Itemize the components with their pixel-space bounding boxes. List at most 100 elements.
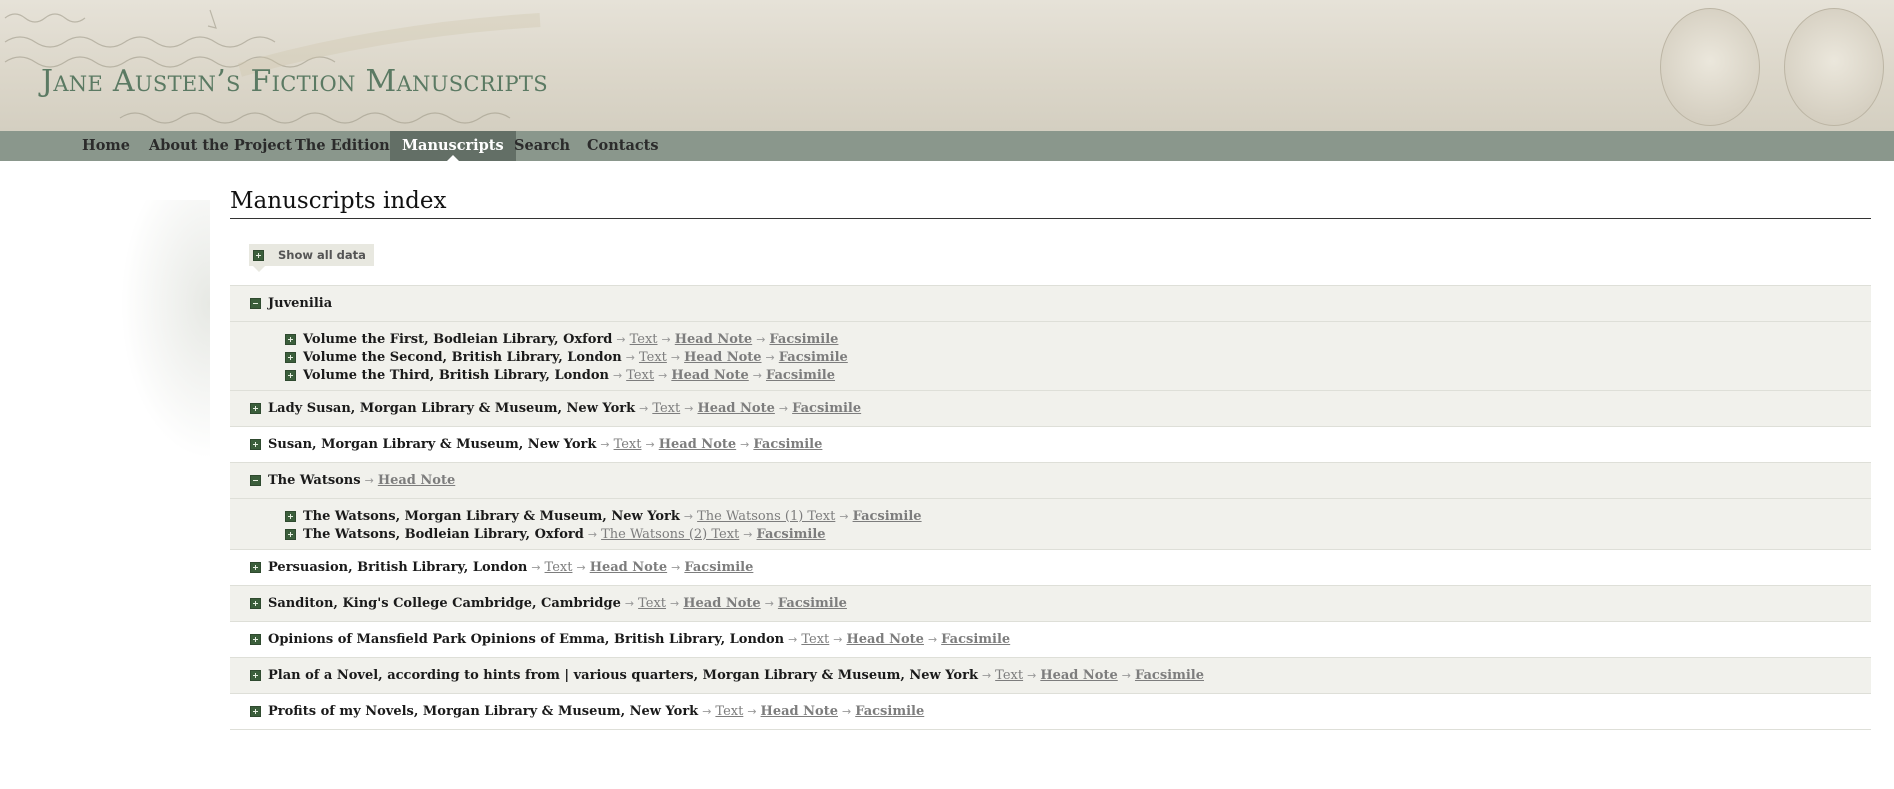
head-note-link[interactable]: Head Note: [683, 596, 760, 611]
arrow-right-icon: →: [927, 633, 938, 646]
head-note-link[interactable]: Head Note: [671, 368, 748, 383]
text-link[interactable]: Text: [639, 350, 667, 365]
arrow-right-icon: →: [743, 527, 753, 541]
arrow-right-icon: →: [616, 332, 626, 346]
tree-group-juvenilia[interactable]: Juvenilia: [230, 285, 1871, 321]
plus-box-icon[interactable]: [250, 562, 261, 573]
text-link[interactable]: Text: [614, 437, 642, 452]
arrow-right-icon: →: [587, 527, 598, 541]
arrow-right-icon: →: [658, 368, 668, 382]
head-note-link[interactable]: Head Note: [378, 473, 455, 488]
plus-box-icon[interactable]: [250, 598, 261, 609]
text-link[interactable]: Text: [652, 401, 680, 416]
facsimile-link[interactable]: Facsimile: [766, 368, 835, 383]
group-label: Juvenilia: [268, 296, 333, 311]
facsimile-link[interactable]: Facsimile: [941, 632, 1010, 647]
table-row: Lady Susan, Morgan Library & Museum, New…: [230, 390, 1871, 426]
nav-item-about-the-project[interactable]: About the Project: [149, 131, 292, 161]
text-link[interactable]: Text: [638, 596, 666, 611]
table-row: Opinions of Mansfield Park Opinions of E…: [230, 621, 1871, 657]
plus-box-icon[interactable]: [285, 510, 296, 522]
head-note-link[interactable]: Head Note: [659, 437, 736, 452]
nav-item-manuscripts[interactable]: Manuscripts: [390, 131, 516, 161]
text-link[interactable]: Text: [715, 704, 743, 719]
manuscript-name: The Watsons, Morgan Library & Museum, Ne…: [303, 508, 680, 524]
arrow-right-icon: →: [833, 633, 843, 646]
show-all-data-button[interactable]: Show all data: [249, 244, 374, 272]
arrow-right-icon: →: [600, 438, 610, 451]
plus-box-icon[interactable]: [250, 706, 261, 717]
arrow-right-icon: →: [624, 597, 635, 610]
tree-group-the-watsons[interactable]: The Watsons → Head Note: [230, 462, 1871, 498]
head-note-link[interactable]: Head Note: [761, 704, 838, 719]
manuscript-name: Lady Susan, Morgan Library & Museum, New…: [268, 401, 636, 416]
head-note-link[interactable]: Head Note: [684, 350, 761, 365]
facsimile-link[interactable]: Facsimile: [1135, 668, 1204, 683]
facsimile-link[interactable]: Facsimile: [684, 560, 753, 575]
arrow-right-icon: →: [752, 368, 762, 382]
nav-item-home[interactable]: Home: [82, 131, 130, 161]
portrait-illustration: [1784, 8, 1884, 126]
head-note-link[interactable]: Head Note: [675, 332, 752, 347]
facsimile-link[interactable]: Facsimile: [753, 437, 822, 452]
arrow-right-icon: →: [788, 633, 798, 646]
manuscript-name: Volume the Second, British Library, Lond…: [303, 349, 622, 365]
head-note-link[interactable]: Head Note: [590, 560, 667, 575]
nav-item-search[interactable]: Search: [514, 131, 570, 161]
text-link[interactable]: Text: [630, 332, 658, 347]
facsimile-link[interactable]: Facsimile: [792, 401, 861, 416]
arrow-right-icon: →: [839, 509, 849, 523]
text-link[interactable]: Text: [545, 560, 573, 575]
facsimile-link[interactable]: Facsimile: [855, 704, 924, 719]
manuscript-name: Plan of a Novel, according to hints from…: [268, 668, 978, 683]
page-title: Manuscripts index: [230, 188, 1871, 219]
manuscript-name: Susan, Morgan Library & Museum, New York: [268, 437, 597, 452]
arrow-right-icon: →: [612, 368, 623, 382]
plus-box-icon[interactable]: [250, 403, 261, 414]
plus-box-icon[interactable]: [285, 351, 296, 363]
site-title[interactable]: Jane Austen’s Fiction Manuscripts: [41, 64, 548, 99]
page-shadow-decoration: [120, 200, 210, 460]
text-link[interactable]: The Watsons (2) Text: [601, 527, 739, 542]
nav-item-contacts[interactable]: Contacts: [587, 131, 659, 161]
minus-box-icon[interactable]: [250, 475, 261, 486]
plus-box-icon: [253, 249, 264, 261]
facsimile-link[interactable]: Facsimile: [769, 332, 838, 347]
plus-box-icon[interactable]: [250, 634, 261, 645]
list-item: The Watsons, Bodleian Library, Oxford → …: [230, 525, 1871, 543]
text-link[interactable]: The Watsons (1) Text: [697, 509, 835, 524]
plus-box-icon[interactable]: [250, 670, 261, 681]
nav-item-the-edition[interactable]: The Edition: [295, 131, 390, 161]
plus-box-icon[interactable]: [285, 333, 296, 345]
plus-box-icon[interactable]: [250, 439, 261, 450]
facsimile-link[interactable]: Facsimile: [778, 596, 847, 611]
text-link[interactable]: Text: [626, 368, 654, 383]
text-link[interactable]: Text: [801, 632, 829, 647]
arrow-right-icon: →: [756, 332, 766, 346]
arrow-right-icon: →: [764, 597, 774, 610]
head-note-link[interactable]: Head Note: [847, 632, 924, 647]
manuscript-name: Opinions of Mansfield Park Opinions of E…: [268, 632, 785, 647]
list-item: Volume the First, Bodleian Library, Oxfo…: [230, 330, 1871, 348]
arrow-right-icon: →: [765, 350, 775, 364]
facsimile-link[interactable]: Facsimile: [853, 509, 922, 524]
table-row: Sanditon, King's College Cambridge, Camb…: [230, 585, 1871, 621]
text-link[interactable]: Text: [995, 668, 1023, 683]
manuscript-name: The Watsons, Bodleian Library, Oxford: [303, 526, 584, 542]
arrow-right-icon: →: [981, 669, 992, 682]
facsimile-link[interactable]: Facsimile: [757, 527, 826, 542]
arrow-right-icon: →: [1027, 669, 1037, 682]
plus-box-icon[interactable]: [285, 369, 296, 381]
arrow-right-icon: →: [531, 561, 541, 574]
juvenilia-children: Volume the First, Bodleian Library, Oxfo…: [230, 321, 1871, 390]
group-label: The Watsons: [268, 473, 361, 488]
head-note-link[interactable]: Head Note: [697, 401, 774, 416]
table-row: Susan, Morgan Library & Museum, New York…: [230, 426, 1871, 462]
head-note-link[interactable]: Head Note: [1040, 668, 1117, 683]
manuscripts-tree: Juvenilia Volume the First, Bodleian Lib…: [230, 285, 1871, 730]
facsimile-link[interactable]: Facsimile: [779, 350, 848, 365]
plus-box-icon[interactable]: [285, 528, 296, 540]
show-all-data-label: Show all data: [278, 248, 366, 262]
minus-box-icon[interactable]: [250, 298, 261, 309]
arrow-right-icon: →: [625, 350, 635, 364]
